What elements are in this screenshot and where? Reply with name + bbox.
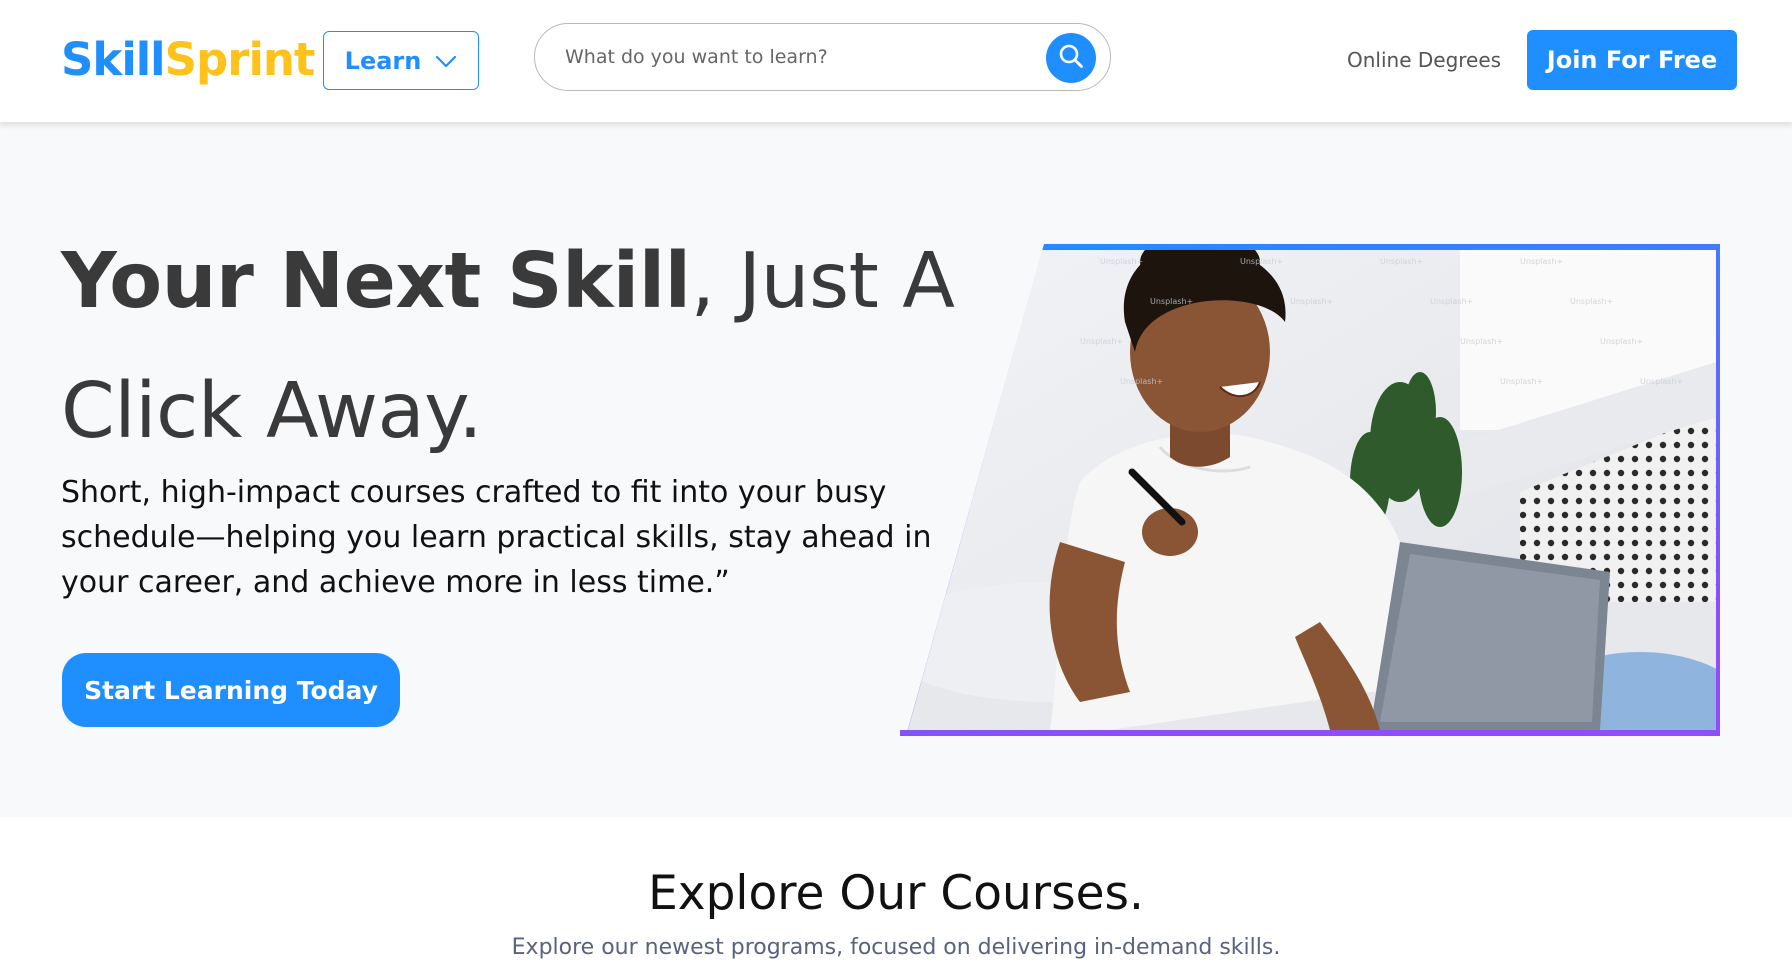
logo-part-skill: Skill	[61, 33, 166, 86]
search-bar	[534, 23, 1111, 91]
learn-dropdown-button[interactable]: Learn	[323, 31, 479, 90]
online-degrees-link[interactable]: Online Degrees	[1347, 48, 1501, 72]
hero-title: Your Next Skill, Just A Click Away.	[61, 217, 961, 477]
svg-text:Unsplash+: Unsplash+	[1080, 337, 1123, 346]
svg-text:Unsplash+: Unsplash+	[1460, 337, 1503, 346]
svg-text:Unsplash+: Unsplash+	[1100, 257, 1143, 266]
join-for-free-button[interactable]: Join For Free	[1527, 30, 1737, 90]
start-learning-button[interactable]: Start Learning Today	[62, 653, 400, 727]
search-button[interactable]	[1046, 33, 1096, 83]
hero-image: Unsplash+ Unsplash+ Unsplash+ Unsplash+ Uns…	[900, 242, 1720, 742]
svg-text:Unsplash+: Unsplash+	[1290, 297, 1333, 306]
courses-section-title: Explore Our Courses.	[648, 866, 1144, 921]
search-input[interactable]	[565, 40, 1005, 74]
top-navbar: SkillSprint Learn Online Degrees Join Fo…	[0, 0, 1792, 122]
courses-section-subtitle: Explore our newest programs, focused on …	[511, 935, 1281, 960]
svg-text:Unsplash+: Unsplash+	[1240, 257, 1283, 266]
svg-text:Unsplash+: Unsplash+	[1150, 297, 1193, 306]
hero-description: Short, high-impact courses crafted to fi…	[61, 475, 932, 600]
svg-text:Unsplash+: Unsplash+	[1570, 297, 1613, 306]
hero-illustration: Unsplash+ Unsplash+ Unsplash+ Unsplash+ Uns…	[900, 244, 1720, 736]
search-icon	[1058, 43, 1084, 73]
logo[interactable]: SkillSprint	[61, 32, 316, 88]
svg-text:Unsplash+: Unsplash+	[1600, 337, 1643, 346]
svg-text:Unsplash+: Unsplash+	[1500, 377, 1543, 386]
hero-title-bold: Your Next Skill	[61, 237, 691, 326]
chevron-down-icon	[435, 47, 457, 75]
learn-label: Learn	[344, 46, 422, 75]
svg-text:Unsplash+: Unsplash+	[1120, 377, 1163, 386]
logo-part-sprint: Sprint	[164, 33, 316, 86]
svg-text:Unsplash+: Unsplash+	[1380, 257, 1423, 266]
svg-text:Unsplash+: Unsplash+	[1640, 377, 1683, 386]
svg-text:Unsplash+: Unsplash+	[1430, 297, 1473, 306]
svg-text:Unsplash+: Unsplash+	[1520, 257, 1563, 266]
